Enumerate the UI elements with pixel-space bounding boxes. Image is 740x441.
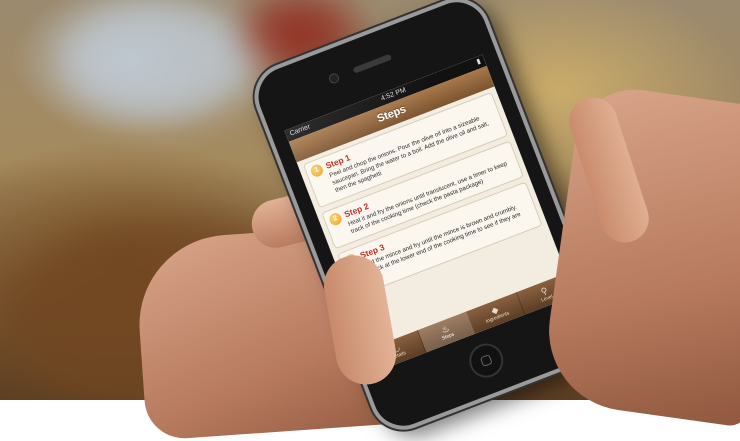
tab-ingredients[interactable]: ◆ Ingredients: [467, 292, 526, 334]
camera-icon: [327, 71, 341, 85]
step-number-badge: 2: [327, 211, 344, 227]
home-square-icon: [479, 354, 493, 368]
tab-steps[interactable]: ♨ Steps: [417, 311, 476, 353]
speaker-grille: [352, 53, 393, 74]
step-number-badge: 1: [309, 162, 325, 179]
battery-icon: ▮: [475, 57, 482, 66]
phone-screen: Carrier 4:52 PM ▮ Steps 1 Step 1 Peel an…: [284, 54, 575, 372]
home-button[interactable]: [464, 338, 509, 383]
phone-body: Carrier 4:52 PM ▮ Steps 1 Step 1 Peel an…: [244, 0, 616, 440]
